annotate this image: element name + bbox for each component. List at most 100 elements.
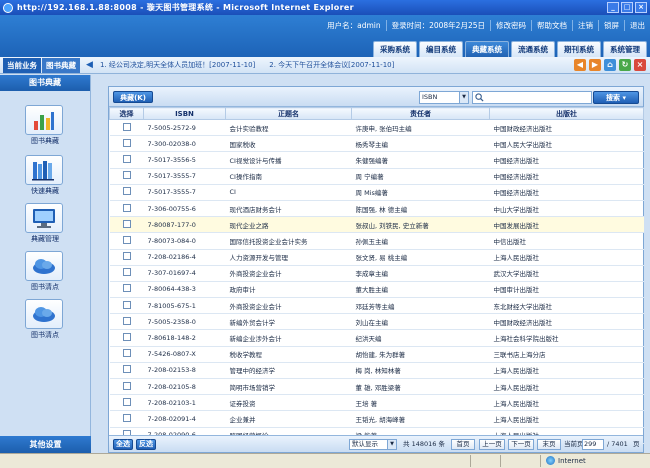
cell-author: 邓廷芳等主编 bbox=[351, 297, 490, 315]
row-checkbox[interactable] bbox=[122, 122, 131, 131]
search-button[interactable]: 搜索 ▾ bbox=[593, 91, 639, 104]
sidebar-item-book-collection[interactable]: 图书典藏 bbox=[25, 105, 65, 146]
next-page-button[interactable]: 下一页 bbox=[508, 439, 534, 450]
row-checkbox[interactable] bbox=[122, 154, 131, 163]
invert-selection-button[interactable]: 反选 bbox=[136, 439, 156, 450]
lock-screen-link[interactable]: 锁屏 bbox=[598, 19, 624, 31]
table-row[interactable]: 7-208-02103-1 证券投资 王培 著上海人民出版社 bbox=[109, 394, 644, 412]
table-row[interactable]: 7-5005-2358-0 新编外贸会计学 刘山在主编 中国财政经济出版社 bbox=[109, 313, 644, 331]
refresh-icon[interactable]: ↻ bbox=[619, 59, 631, 71]
cell-isbn: 7-80073-084-0 bbox=[143, 232, 226, 250]
exit-link[interactable]: 退出 bbox=[624, 19, 650, 31]
table-row[interactable]: 7-5017-3555-7 CI 周 Mis编著 中国经济出版社 bbox=[109, 184, 644, 201]
row-checkbox[interactable] bbox=[122, 252, 131, 261]
row-checkbox[interactable] bbox=[122, 219, 131, 228]
sidebar-item-book-inventory[interactable]: 图书清点 bbox=[25, 251, 65, 292]
select-all-button[interactable]: 全选 bbox=[113, 439, 133, 450]
row-checkbox[interactable] bbox=[122, 268, 131, 277]
table-row[interactable]: 7-5017-3555-7 CI操作指南周 宁编著 中国经济出版社 bbox=[109, 168, 644, 185]
minimize-button[interactable]: _ bbox=[607, 2, 619, 13]
col-header-author[interactable]: 责任者 bbox=[351, 107, 490, 120]
cell-publisher: 中国财政经济出版社 bbox=[489, 119, 644, 137]
prev-page-button[interactable]: 上一页 bbox=[479, 439, 505, 450]
row-checkbox[interactable] bbox=[122, 365, 131, 374]
row-checkbox[interactable] bbox=[122, 333, 131, 342]
row-checkbox[interactable] bbox=[122, 138, 131, 147]
col-header-publisher[interactable]: 出版社 bbox=[489, 107, 644, 120]
row-checkbox[interactable] bbox=[122, 316, 131, 325]
help-link[interactable]: 帮助文档 bbox=[531, 19, 572, 31]
username-label: 用户名：admin bbox=[327, 20, 381, 30]
row-select-cell bbox=[109, 216, 144, 234]
table-row[interactable]: 7-208-02186-4 人力资源开发与管理 张文贤, 易 桃主编 上海人民出版社 bbox=[109, 249, 644, 266]
delete-icon[interactable]: × bbox=[634, 59, 646, 71]
table-row[interactable]: 7-208-02153-8 管理中的经济学梅 岗, 林知林著 上海人民出版社 bbox=[109, 362, 644, 380]
sidebar-item-quick-collection[interactable]: 快速典藏 bbox=[25, 155, 65, 196]
home-icon[interactable]: ⌂ bbox=[604, 59, 616, 71]
table-row[interactable]: 7-306-00755-6 现代酒店财务会计 陈国强, 林 德主编 中山大学出版社 bbox=[109, 200, 644, 218]
sidebar-item-label: 快速典藏 bbox=[31, 187, 59, 195]
table-row[interactable]: 7-300-02038-0 国家税收 杨秀琴主编 中国人民大学出版社 bbox=[109, 135, 644, 153]
cell-publisher: 上海人民出版社 bbox=[489, 394, 644, 412]
maximize-button[interactable]: □ bbox=[621, 2, 633, 13]
row-checkbox[interactable] bbox=[122, 284, 131, 293]
current-page-input[interactable]: 299 bbox=[582, 439, 604, 450]
cell-author: 刘山在主编 bbox=[351, 313, 490, 331]
search-input[interactable] bbox=[472, 91, 592, 104]
notice-item[interactable]: 1. 经公司决定,明天全体人员加班！[2007-11-10] bbox=[100, 60, 255, 70]
table-row[interactable]: 7-80064-438-3 政府审计 董大胜主编 中国审计出版社 bbox=[109, 281, 644, 299]
cell-isbn: 7-208-02105-8 bbox=[143, 378, 226, 396]
row-checkbox[interactable] bbox=[122, 187, 131, 196]
row-checkbox[interactable] bbox=[122, 171, 131, 180]
tab-cataloging[interactable]: 编目系统 bbox=[419, 41, 463, 57]
change-password-link[interactable]: 修改密码 bbox=[490, 19, 531, 31]
table-row[interactable]: 7-80073-084-0 国际信托投资企业会计实务 孙佩玉主编 中信出版社 bbox=[109, 232, 644, 250]
row-checkbox[interactable] bbox=[122, 349, 131, 358]
cell-author: 陈国强, 林 德主编 bbox=[351, 200, 490, 218]
display-mode-select[interactable]: 默认显示 ▼ bbox=[349, 439, 397, 450]
table-row[interactable]: 7-5005-2572-9 会计实验教程 许庚申, 张伯玛主编 中国财政经济出版社 bbox=[109, 119, 644, 137]
col-header-isbn[interactable]: ISBN bbox=[143, 107, 226, 120]
close-button[interactable]: × bbox=[635, 2, 647, 13]
row-select-cell bbox=[109, 265, 144, 282]
tab-periodicals[interactable]: 期刊系统 bbox=[557, 41, 601, 57]
tab-collection[interactable]: 典藏系统 bbox=[465, 41, 509, 57]
cell-title: 简明市场营销学 bbox=[225, 378, 352, 396]
table-row[interactable]: 7-80087-177-0 现代企业之路 张叔山, 刘铁民, 史立新著 中国发展出版社 bbox=[109, 216, 644, 234]
sidebar-other-settings[interactable]: 其他设置 bbox=[0, 436, 91, 453]
notice-item[interactable]: 2. 今天下午召开全体会议[2007-11-10] bbox=[269, 60, 394, 70]
status-divider bbox=[540, 455, 541, 467]
table-row[interactable]: 7-80618-148-2 新编企业涉外会计 纪洪天编 上海社会科学院出版社 bbox=[109, 329, 644, 347]
back-arrow-icon[interactable]: ◀ bbox=[574, 59, 586, 71]
row-checkbox[interactable] bbox=[122, 300, 131, 309]
table-row[interactable]: 7-307-01697-4 外商投资企业会计 李成章主编 武汉大学出版社 bbox=[109, 265, 644, 282]
table-row[interactable]: 7-81005-675-1 外商投资企业会计 邓廷芳等主编 东北财经大学出版社 bbox=[109, 297, 644, 315]
row-checkbox[interactable] bbox=[122, 203, 131, 212]
first-page-button[interactable]: 首页 bbox=[451, 439, 475, 450]
sidebar-item-collection-management[interactable]: 典藏管理 bbox=[25, 203, 65, 244]
tab-system-admin[interactable]: 系统管理 bbox=[603, 41, 647, 57]
sidebar-item-label: 图书清点 bbox=[31, 283, 59, 291]
table-row[interactable]: 7-208-02091-4 企业兼并 王韬光, 胡海峰著 上海人民出版社 bbox=[109, 410, 644, 428]
collect-button[interactable]: 典藏(K) bbox=[113, 91, 153, 103]
sidebar-item-book-inventory-2[interactable]: 图书清点 bbox=[25, 299, 65, 340]
col-header-title[interactable]: 正题名 bbox=[225, 107, 352, 120]
forward-arrow-icon[interactable]: ▶ bbox=[589, 59, 601, 71]
row-checkbox[interactable] bbox=[122, 381, 131, 390]
row-checkbox[interactable] bbox=[122, 413, 131, 422]
logout-link[interactable]: 注销 bbox=[572, 19, 598, 31]
last-page-button[interactable]: 末页 bbox=[537, 439, 561, 450]
search-field-select[interactable]: ISBN ▼ bbox=[419, 91, 469, 104]
table-row[interactable]: 7-208-02105-8 简明市场营销学董 雄, 邓胜梁著 上海人民出版社 bbox=[109, 378, 644, 396]
sidebar-item-label: 图书典藏 bbox=[31, 137, 59, 145]
cell-isbn: 7-80087-177-0 bbox=[143, 216, 226, 234]
tab-purchasing[interactable]: 采购系统 bbox=[373, 41, 417, 57]
globe-icon bbox=[546, 456, 555, 465]
row-checkbox[interactable] bbox=[122, 397, 131, 406]
books-icon bbox=[32, 161, 54, 181]
row-checkbox[interactable] bbox=[122, 235, 131, 244]
sidebar-item-label: 图书清点 bbox=[31, 331, 59, 339]
table-row[interactable]: 7-5426-0807-X 税收学教程 胡怡建, 朱为群著 三联书店上海分店 bbox=[109, 346, 644, 363]
tab-circulation[interactable]: 流通系统 bbox=[511, 41, 555, 57]
table-row[interactable]: 7-5017-3556-5 CI视觉设计与传播 朱健强编著 中国经济出版社 bbox=[109, 151, 644, 169]
